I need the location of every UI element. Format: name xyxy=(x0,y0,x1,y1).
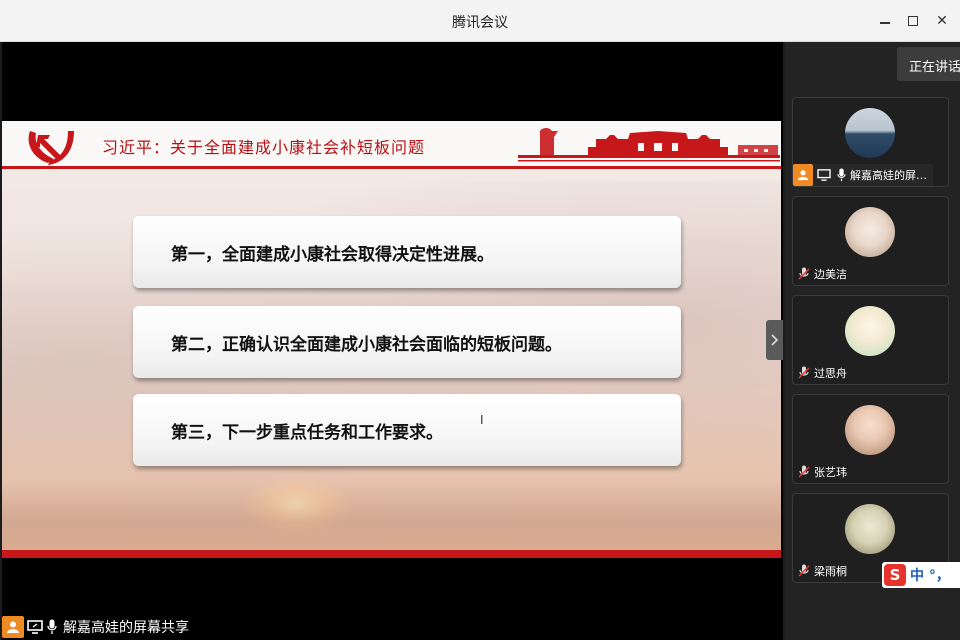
ocean-photo-avatar xyxy=(845,108,895,158)
hills-background xyxy=(2,480,781,550)
slide-bottom-bar xyxy=(2,550,781,558)
speaking-indicator: 正在讲话 xyxy=(897,47,960,81)
minimize-button[interactable] xyxy=(873,9,897,33)
screen-share-label: 解嘉高娃的屏幕共享 xyxy=(63,620,189,636)
participant-name: 过思舟 xyxy=(814,367,847,380)
ime-toolbar[interactable]: S 中 °， xyxy=(882,562,960,588)
window-title: 腾讯会议 xyxy=(452,15,508,31)
chevron-right-icon xyxy=(770,334,778,346)
maximize-icon xyxy=(908,16,918,26)
participant-name: 梁雨桐 xyxy=(814,565,847,578)
plush-toy-avatar xyxy=(845,207,895,257)
party-emblem-icon xyxy=(28,131,74,165)
mic-off-icon xyxy=(797,564,811,578)
title-bar: 腾讯会议 ✕ xyxy=(0,0,960,42)
sogou-logo-icon: S xyxy=(884,564,906,586)
maximize-button[interactable] xyxy=(901,9,925,33)
meeting-window: 腾讯会议 ✕ 习近平：关于全面建成小康社会补短板问题 第一，全面建成小康社会取得… xyxy=(0,0,960,640)
tiananmen-skyline-icon xyxy=(518,127,780,162)
participant-name-row: 梁雨桐 xyxy=(793,560,847,582)
participant-name-row: 张艺玮 xyxy=(793,461,847,483)
slide-point-2: 第二，正确认识全面建成小康社会面临的短板问题。 xyxy=(133,306,681,378)
participant-tile[interactable]: 边美洁 xyxy=(792,196,949,286)
screen-share-icon xyxy=(816,167,832,183)
participant-name-row: 解嘉高娃的屏幕共享 xyxy=(793,164,933,186)
user-icon xyxy=(2,616,24,638)
close-icon: ✕ xyxy=(936,13,948,29)
microphone-icon xyxy=(835,167,847,183)
participant-name-row: 过思舟 xyxy=(793,362,847,384)
screen-share-indicator: 解嘉高娃的屏幕共享 xyxy=(2,614,189,640)
mic-off-icon xyxy=(797,267,811,281)
collapse-panel-button[interactable] xyxy=(766,320,783,360)
text-cursor-icon: I xyxy=(480,413,484,427)
presentation-slide: 习近平：关于全面建成小康社会补短板问题 第一，全面建成小康社会取得决定性进展。 … xyxy=(2,121,781,558)
portrait-avatar xyxy=(845,405,895,455)
slide-header: 习近平：关于全面建成小康社会补短板问题 xyxy=(2,121,781,169)
screen-share-icon xyxy=(27,619,43,635)
ime-mode-label: 中 °， xyxy=(910,568,950,584)
cartoon-avatar xyxy=(845,306,895,356)
participant-name: 边美洁 xyxy=(814,268,847,281)
close-button[interactable]: ✕ xyxy=(930,9,954,33)
participant-name: 解嘉高娃的屏幕共享 xyxy=(850,169,928,182)
user-icon xyxy=(793,164,813,186)
microphone-icon xyxy=(46,619,58,635)
participant-tile[interactable]: 张艺玮 xyxy=(792,394,949,484)
mic-off-icon xyxy=(797,366,811,380)
participant-name: 张艺玮 xyxy=(814,466,847,479)
minimize-icon xyxy=(880,22,890,24)
participant-tile[interactable]: 过思舟 xyxy=(792,295,949,385)
slide-point-3: 第三，下一步重点任务和工作要求。 xyxy=(133,394,681,466)
figure-avatar xyxy=(845,504,895,554)
slide-point-1: 第一，全面建成小康社会取得决定性进展。 xyxy=(133,216,681,288)
participant-name-row: 边美洁 xyxy=(793,263,847,285)
slide-title: 习近平：关于全面建成小康社会补短板问题 xyxy=(102,138,426,157)
participant-tile[interactable]: 解嘉高娃的屏幕共享 xyxy=(792,97,949,187)
shared-screen[interactable]: 习近平：关于全面建成小康社会补短板问题 第一，全面建成小康社会取得决定性进展。 … xyxy=(2,42,783,640)
mic-off-icon xyxy=(797,465,811,479)
